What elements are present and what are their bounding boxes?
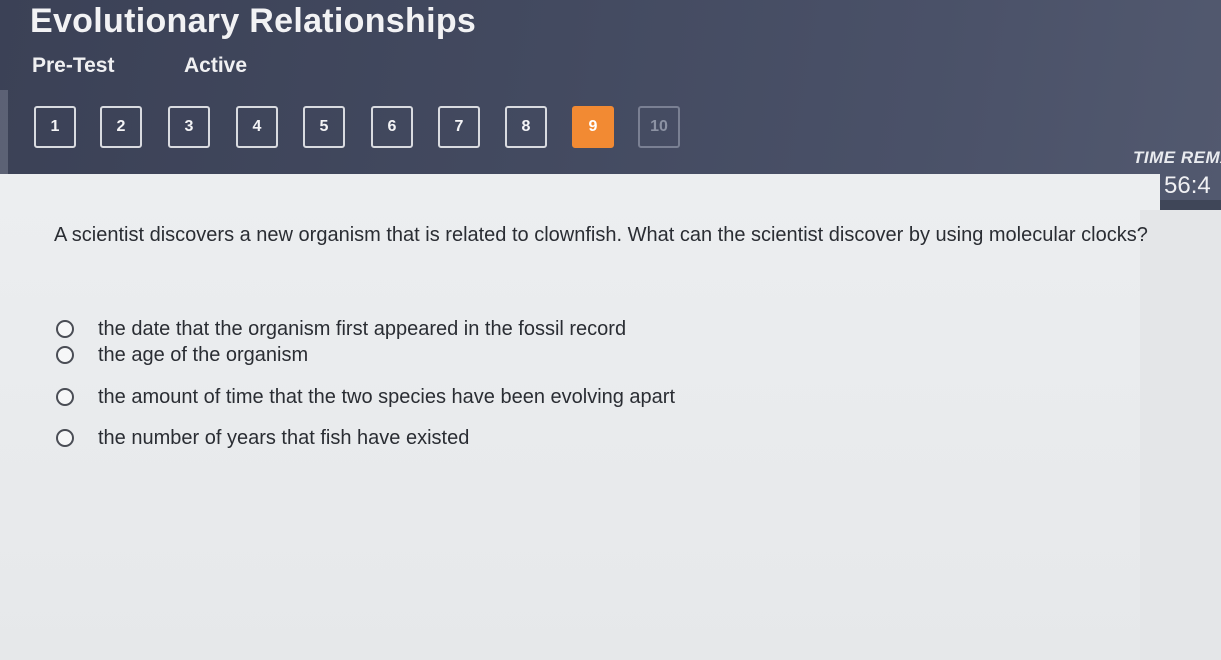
radio-button[interactable] xyxy=(56,388,74,406)
status-label: Active xyxy=(184,54,248,77)
answer-option-4[interactable]: the number of years that fish have exist… xyxy=(56,425,469,451)
radio-button[interactable] xyxy=(56,346,74,364)
question-nav-5[interactable]: 5 xyxy=(303,106,345,148)
question-nav-10[interactable]: 10 xyxy=(638,106,680,148)
page-title: Evolutionary Relationships xyxy=(30,2,477,40)
answer-option-3[interactable]: the amount of time that the two species … xyxy=(56,384,675,410)
answer-option-text: the age of the organism xyxy=(98,343,309,366)
time-remaining-value: 56:4 xyxy=(1164,172,1211,199)
question-nav-8[interactable]: 8 xyxy=(505,106,547,148)
question-nav-9[interactable]: 9 xyxy=(572,106,614,148)
radio-button[interactable] xyxy=(56,429,74,447)
question-nav-7[interactable]: 7 xyxy=(438,106,480,148)
answer-option-text: the amount of time that the two species … xyxy=(98,385,676,408)
radio-button[interactable] xyxy=(56,320,74,338)
question-panel-edge xyxy=(1140,210,1221,660)
answer-option-text: the date that the organism first appeare… xyxy=(98,317,627,340)
time-remaining-label: TIME REMA xyxy=(1133,148,1221,167)
question-nav-4[interactable]: 4 xyxy=(236,106,278,148)
answer-option-text: the number of years that fish have exist… xyxy=(98,426,470,449)
answer-option-2[interactable]: the age of the organism xyxy=(56,342,308,368)
question-nav-2[interactable]: 2 xyxy=(100,106,142,148)
quiz-window: Evolutionary Relationships Pre-Test Acti… xyxy=(0,0,1221,660)
answer-option-1[interactable]: the date that the organism first appeare… xyxy=(56,316,626,342)
question-nav-6[interactable]: 6 xyxy=(371,106,413,148)
question-nav-3[interactable]: 3 xyxy=(168,106,210,148)
question-nav-1[interactable]: 1 xyxy=(34,106,76,148)
question-text: A scientist discovers a new organism tha… xyxy=(54,224,1148,246)
test-type-label: Pre-Test xyxy=(32,54,115,77)
